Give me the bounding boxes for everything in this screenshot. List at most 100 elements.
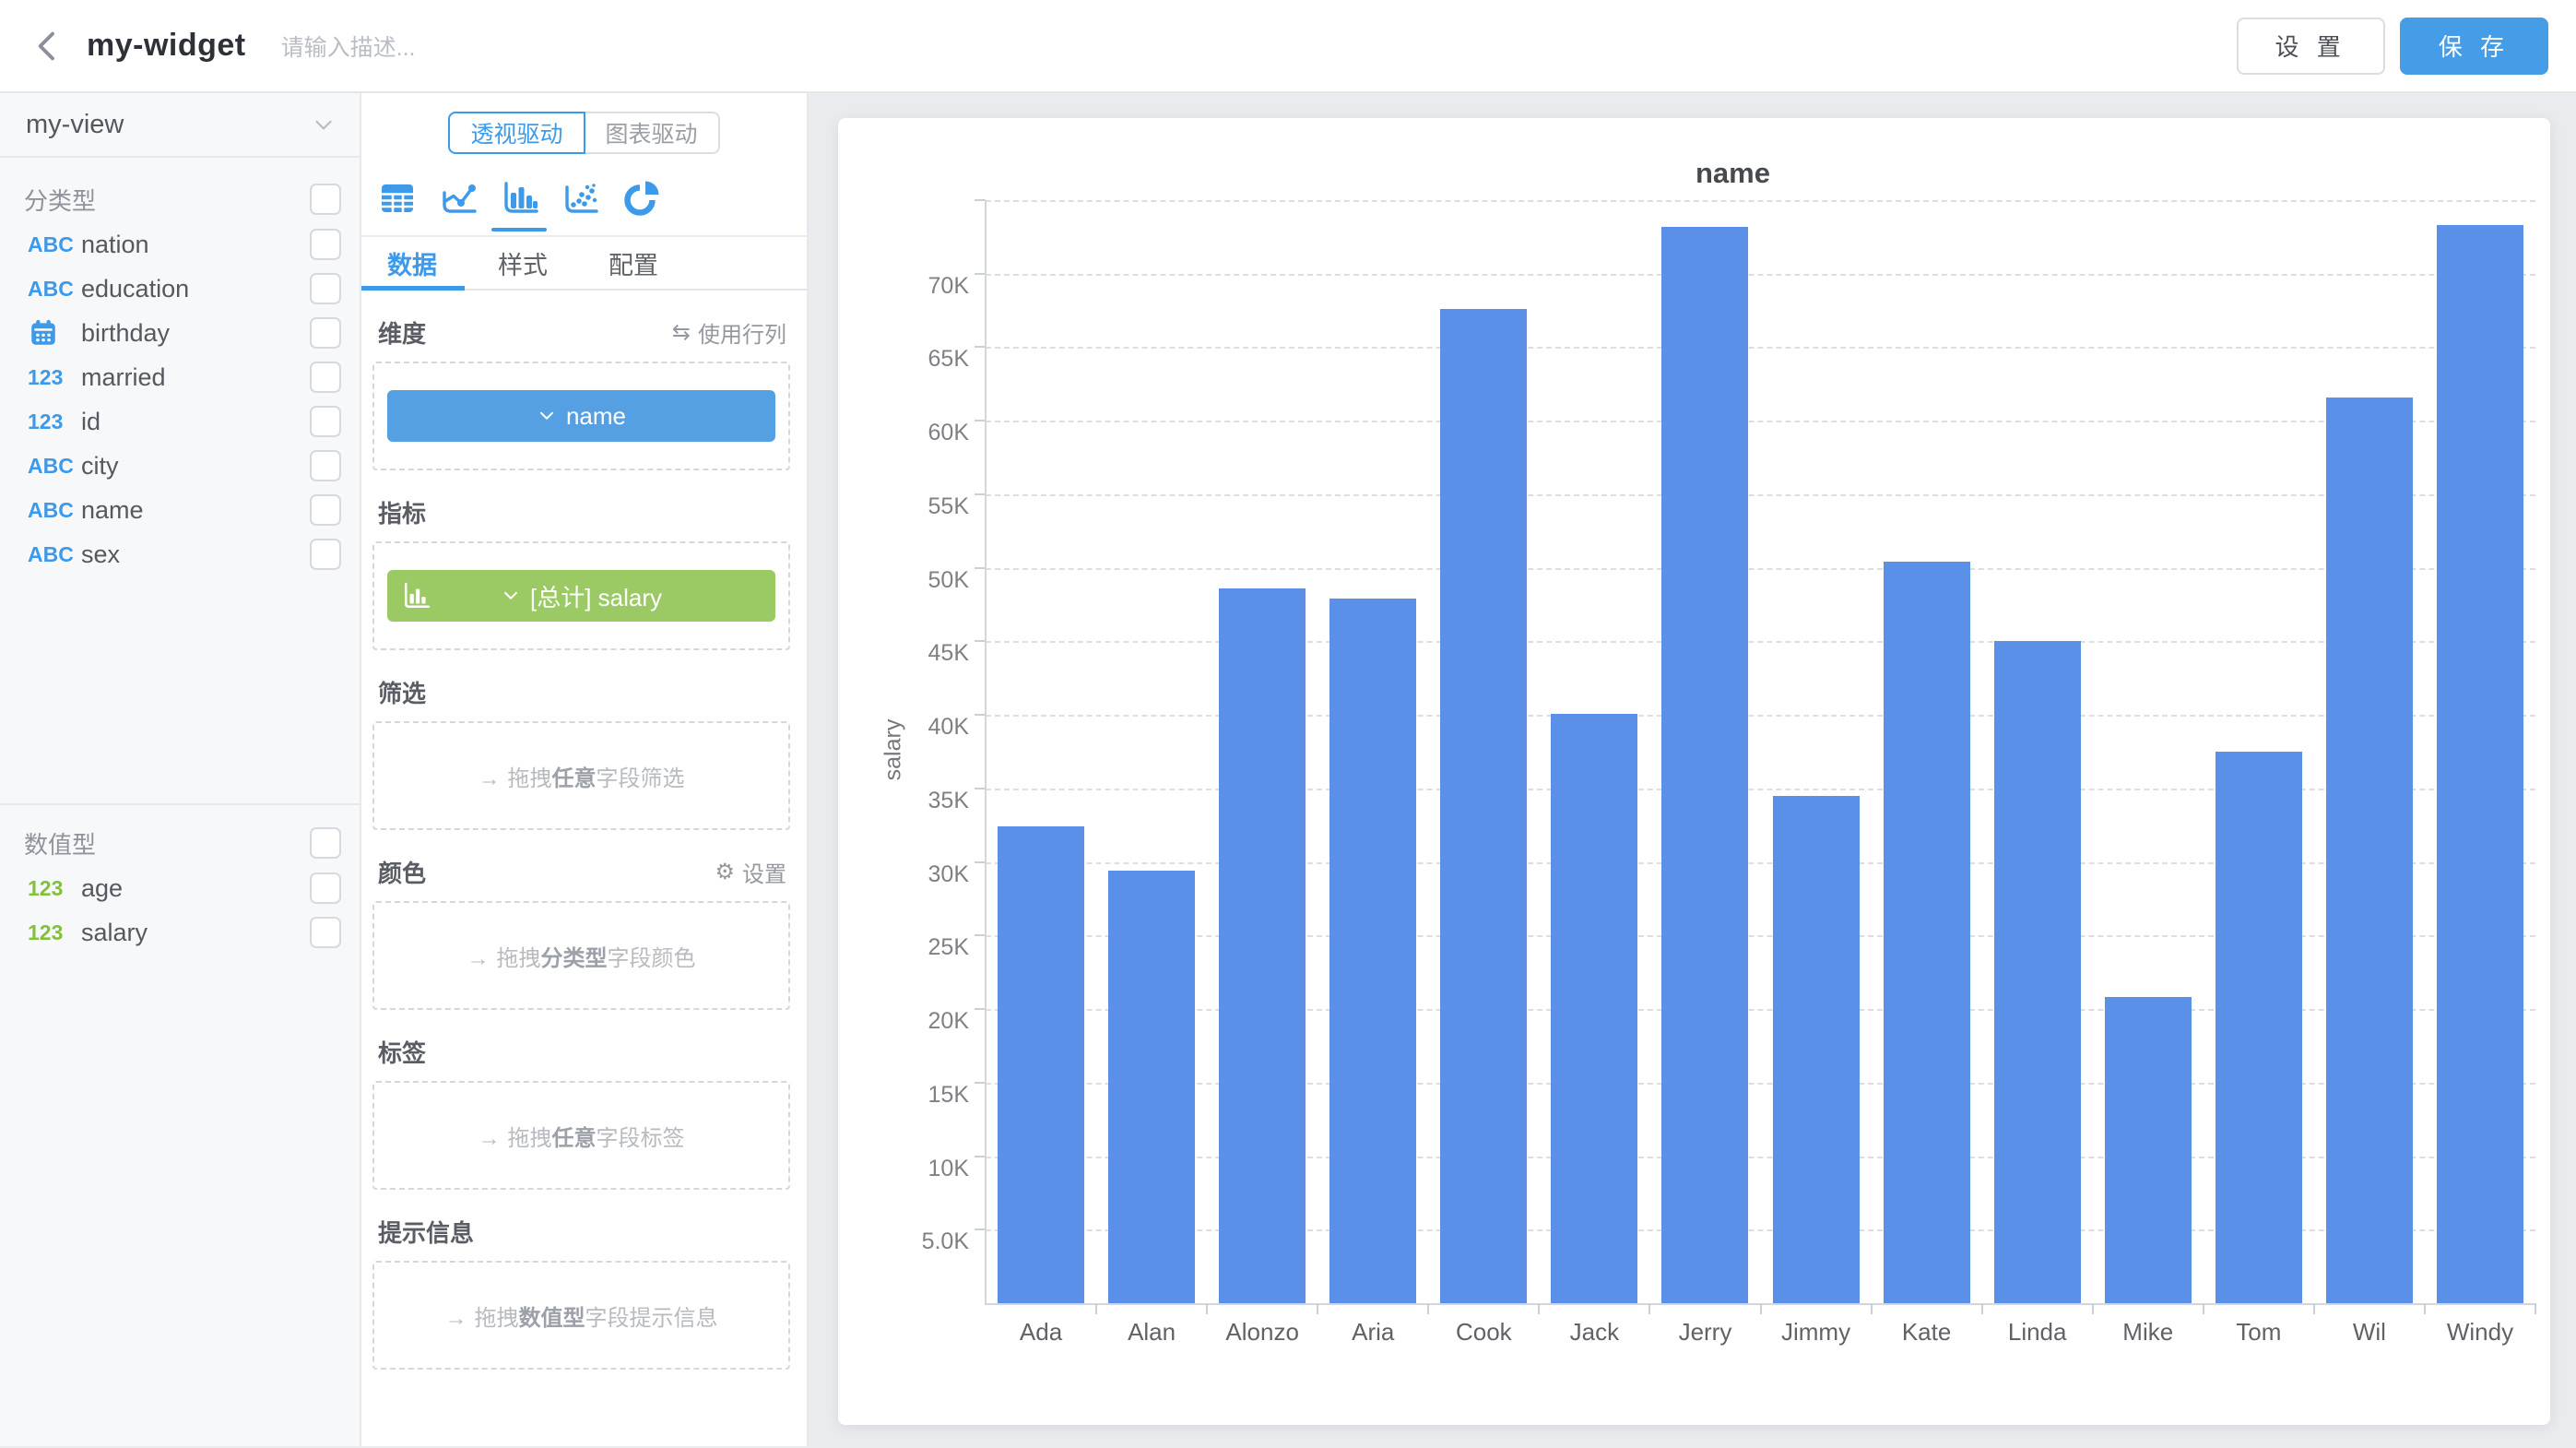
sidebar-field-name[interactable]: ABCname bbox=[0, 488, 360, 532]
x-axis-tick bbox=[1871, 1303, 1873, 1314]
chart-type-table-icon[interactable] bbox=[375, 176, 419, 220]
sidebar-field-married[interactable]: 123married bbox=[0, 355, 360, 399]
bar-Aria[interactable] bbox=[1329, 599, 1416, 1303]
mode-pivot-button[interactable]: 透视驱动 bbox=[448, 112, 585, 154]
field-checkbox[interactable] bbox=[310, 917, 341, 948]
gridline bbox=[986, 1229, 2535, 1231]
filter-section: 筛选 →拖拽任意字段筛选 bbox=[372, 675, 790, 830]
use-rowcol-action[interactable]: ⇆ 使用行列 bbox=[672, 316, 786, 349]
sidebar-field-city[interactable]: ABCcity bbox=[0, 444, 360, 488]
metric-dropzone[interactable]: [总计] salary bbox=[372, 541, 790, 650]
bar-Ada[interactable] bbox=[998, 826, 1084, 1303]
x-axis-label: Cook bbox=[1428, 1318, 1539, 1347]
gridline bbox=[986, 935, 2535, 937]
color-dropzone[interactable]: →拖拽分类型字段颜色 bbox=[372, 901, 790, 1010]
gridline bbox=[986, 789, 2535, 790]
field-label: education bbox=[81, 275, 310, 303]
dimension-title: 维度 bbox=[378, 315, 672, 350]
text-type-icon: ABC bbox=[28, 454, 81, 479]
config-panel: 透视驱动 图表驱动 数据 样式 配置 bbox=[361, 93, 809, 1446]
field-label: birthday bbox=[81, 319, 310, 348]
sidebar-section: 数值型123age123salary bbox=[0, 803, 360, 955]
y-axis-label: 35K bbox=[838, 788, 969, 814]
sidebar-field-sex[interactable]: ABCsex bbox=[0, 532, 360, 576]
gridline bbox=[986, 274, 2535, 276]
section-select-all-checkbox[interactable] bbox=[310, 827, 341, 859]
chart-type-scatter-icon[interactable] bbox=[558, 176, 602, 220]
tab-data[interactable]: 数据 bbox=[387, 245, 437, 281]
bar-Jerry[interactable] bbox=[1661, 227, 1748, 1303]
sidebar-field-education[interactable]: ABCeducation bbox=[0, 267, 360, 311]
x-axis-tick bbox=[1427, 1303, 1429, 1314]
metric-title: 指标 bbox=[378, 495, 786, 529]
section-select-all-checkbox[interactable] bbox=[310, 184, 341, 215]
color-settings-action[interactable]: ⚙ 设置 bbox=[715, 856, 786, 888]
bar-Tom[interactable] bbox=[2216, 752, 2302, 1303]
bar-Mike[interactable] bbox=[2105, 997, 2192, 1303]
field-checkbox[interactable] bbox=[310, 450, 341, 481]
field-label: married bbox=[81, 363, 310, 392]
x-axis-tick bbox=[1538, 1303, 1540, 1314]
chart-type-row bbox=[375, 176, 807, 220]
number-type-icon: 123 bbox=[28, 876, 81, 901]
x-axis-label: Jerry bbox=[1649, 1318, 1760, 1347]
field-checkbox[interactable] bbox=[310, 494, 341, 526]
bar-Wil[interactable] bbox=[2326, 398, 2413, 1303]
sidebar-field-age[interactable]: 123age bbox=[0, 866, 360, 910]
sidebar-field-nation[interactable]: ABCnation bbox=[0, 222, 360, 267]
view-selector[interactable]: my-view bbox=[0, 93, 360, 158]
label-dropzone[interactable]: →拖拽任意字段标签 bbox=[372, 1081, 790, 1190]
x-axis-label: Kate bbox=[1872, 1318, 1982, 1347]
chart-type-line-icon[interactable] bbox=[436, 176, 480, 220]
x-axis-label: Jimmy bbox=[1761, 1318, 1872, 1347]
text-type-icon: ABC bbox=[28, 542, 81, 567]
sidebar-field-salary[interactable]: 123salary bbox=[0, 910, 360, 955]
metric-chip-salary[interactable]: [总计] salary bbox=[387, 570, 775, 622]
filter-dropzone[interactable]: →拖拽任意字段筛选 bbox=[372, 721, 790, 830]
field-checkbox[interactable] bbox=[310, 273, 341, 304]
label-section: 标签 →拖拽任意字段标签 bbox=[372, 1035, 790, 1190]
chart-type-bar-icon[interactable] bbox=[497, 176, 541, 220]
chart-type-pie-icon[interactable] bbox=[619, 176, 663, 220]
field-label: sex bbox=[81, 540, 310, 569]
bar-Cook[interactable] bbox=[1440, 309, 1527, 1303]
bar-Kate[interactable] bbox=[1884, 562, 1970, 1303]
field-checkbox[interactable] bbox=[310, 539, 341, 570]
mode-chart-button[interactable]: 图表驱动 bbox=[584, 112, 720, 154]
text-type-icon: ABC bbox=[28, 277, 81, 302]
swap-icon: ⇆ bbox=[672, 319, 691, 346]
y-axis-label: 30K bbox=[838, 861, 969, 888]
sidebar-field-id[interactable]: 123id bbox=[0, 399, 360, 444]
settings-button[interactable]: 设 置 bbox=[2237, 18, 2385, 75]
field-checkbox[interactable] bbox=[310, 406, 341, 437]
x-axis-label: Windy bbox=[2425, 1318, 2535, 1347]
back-button[interactable] bbox=[28, 26, 68, 66]
description-input[interactable]: 请输入描述... bbox=[281, 30, 2237, 63]
field-checkbox[interactable] bbox=[310, 872, 341, 904]
field-checkbox[interactable] bbox=[310, 229, 341, 260]
bar-Alan[interactable] bbox=[1108, 871, 1195, 1303]
sidebar-field-birthday[interactable]: birthday bbox=[0, 311, 360, 355]
bar-Jack[interactable] bbox=[1551, 714, 1637, 1303]
y-axis-label: 20K bbox=[838, 1008, 969, 1035]
tab-style[interactable]: 样式 bbox=[498, 245, 548, 281]
bar-Jimmy[interactable] bbox=[1773, 796, 1860, 1303]
bar-Alonzo[interactable] bbox=[1219, 588, 1306, 1303]
tooltip-dropzone[interactable]: →拖拽数值型字段提示信息 bbox=[372, 1261, 790, 1370]
dimension-chip-name[interactable]: name bbox=[387, 390, 775, 442]
field-label: id bbox=[81, 408, 310, 436]
x-axis-label: Aria bbox=[1318, 1318, 1428, 1347]
dimension-dropzone[interactable]: name bbox=[372, 362, 790, 470]
chevron-down-icon bbox=[310, 111, 337, 138]
y-axis-line bbox=[985, 200, 987, 1305]
field-checkbox[interactable] bbox=[310, 317, 341, 349]
field-checkbox[interactable] bbox=[310, 362, 341, 393]
tab-config[interactable]: 配置 bbox=[609, 245, 658, 281]
y-axis-label: 5.0K bbox=[838, 1228, 969, 1255]
bar-Windy[interactable] bbox=[2437, 225, 2523, 1303]
gridline bbox=[986, 494, 2535, 496]
bar-Linda[interactable] bbox=[1994, 641, 2081, 1303]
dimension-section: 维度 ⇆ 使用行列 name bbox=[372, 315, 790, 470]
save-button[interactable]: 保 存 bbox=[2400, 18, 2548, 75]
y-axis-label: 15K bbox=[838, 1082, 969, 1109]
